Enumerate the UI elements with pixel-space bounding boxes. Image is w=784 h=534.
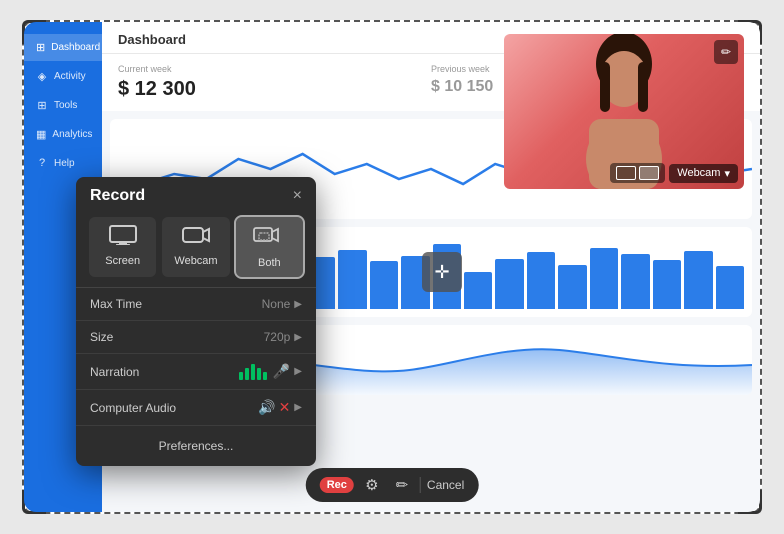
preferences-label: Preferences... <box>159 439 234 453</box>
webcam-edit-button[interactable]: ✏ <box>714 40 738 64</box>
mode-buttons: Screen Webcam <box>76 213 316 287</box>
bar-9 <box>370 261 398 309</box>
sidebar-label-tools: Tools <box>54 100 77 111</box>
computer-audio-label: Computer Audio <box>90 401 258 415</box>
max-time-value: None <box>262 297 291 311</box>
current-week-value: $ 12 300 <box>118 78 431 101</box>
sidebar-item-help[interactable]: ? Help <box>24 150 102 176</box>
record-panel-title: Record <box>90 187 145 205</box>
edit-icon[interactable]: ✏ <box>390 473 414 497</box>
preferences-row[interactable]: Preferences... <box>76 426 316 466</box>
record-close-button[interactable]: × <box>293 188 302 204</box>
bar-18 <box>653 260 681 309</box>
max-time-arrow: ▶ <box>294 299 302 310</box>
size-arrow: ▶ <box>294 332 302 343</box>
bar-20 <box>716 266 744 309</box>
bottom-toolbar: Rec ⚙ ✏ Cancel <box>306 468 479 502</box>
sidebar-item-activity[interactable]: ◈ Activity <box>24 63 102 90</box>
webcam-mode-icon <box>182 225 210 249</box>
record-panel: Record × Screen <box>76 177 316 466</box>
webcam-label[interactable]: Webcam ▾ <box>669 164 738 183</box>
mute-icon: ✕ <box>279 399 291 416</box>
narration-level-bars <box>239 364 267 380</box>
toolbar-divider <box>420 477 421 493</box>
narration-row[interactable]: Narration 🎤 ▶ <box>76 354 316 390</box>
mode-both-button[interactable]: Both <box>236 217 303 277</box>
move-icon-overlay[interactable]: ✛ <box>422 252 462 292</box>
dashboard-title: Dashboard <box>118 32 186 47</box>
both-icon <box>253 225 285 251</box>
max-time-row[interactable]: Max Time None ▶ <box>76 288 316 321</box>
cancel-button[interactable]: Cancel <box>427 478 464 492</box>
help-icon: ? <box>36 157 48 169</box>
webcam-preview: ✏ Webcam ▾ <box>504 34 744 189</box>
bar-19 <box>684 251 712 309</box>
screen-icon <box>109 225 137 249</box>
tools-icon: ⊞ <box>36 99 48 112</box>
sidebar-item-dashboard[interactable]: ⊞ Dashboard <box>24 34 102 61</box>
bar-12 <box>464 272 492 309</box>
size-value: 720p <box>264 330 291 344</box>
narration-bar-1 <box>239 372 243 380</box>
narration-bar-2 <box>245 368 249 380</box>
sidebar-label-help: Help <box>54 158 75 169</box>
settings-rows: Max Time None ▶ Size 720p ▶ Narration <box>76 287 316 426</box>
record-panel-header: Record × <box>76 177 316 213</box>
stat-current-week: Current week $ 12 300 <box>118 64 431 101</box>
computer-audio-row[interactable]: Computer Audio 🔊 ✕ ▶ <box>76 390 316 426</box>
bar-14 <box>527 252 555 309</box>
mode-screen-button[interactable]: Screen <box>89 217 156 277</box>
narration-bar-4 <box>257 368 261 380</box>
sidebar-label-dashboard: Dashboard <box>51 42 100 53</box>
analytics-icon: ▦ <box>36 128 46 141</box>
webcam-label-text: Webcam <box>677 167 720 179</box>
sidebar-item-tools[interactable]: ⊞ Tools <box>24 92 102 119</box>
narration-mic-icon: 🎤 <box>273 363 290 380</box>
computer-audio-icons: 🔊 ✕ <box>258 399 290 416</box>
webcam-mode-label: Webcam <box>174 255 217 267</box>
bar-15 <box>558 265 586 309</box>
both-label: Both <box>258 257 281 269</box>
dashboard-icon: ⊞ <box>36 41 45 54</box>
size-label: Size <box>90 330 264 344</box>
webcam-mini-frames <box>610 163 665 183</box>
narration-label: Narration <box>90 365 239 379</box>
size-row[interactable]: Size 720p ▶ <box>76 321 316 354</box>
activity-icon: ◈ <box>36 70 48 83</box>
webcam-dropdown-arrow: ▾ <box>724 167 730 180</box>
current-week-label: Current week <box>118 64 431 74</box>
sidebar-label-analytics: Analytics <box>52 129 92 140</box>
max-time-label: Max Time <box>90 297 262 311</box>
screen-label: Screen <box>105 255 140 267</box>
sidebar-label-activity: Activity <box>54 71 86 82</box>
mode-webcam-button[interactable]: Webcam <box>162 217 229 277</box>
webcam-toolbar: Webcam ▾ <box>510 163 738 183</box>
bar-13 <box>495 259 523 309</box>
outer-frame: ⊞ Dashboard ◈ Activity ⊞ Tools ▦ Analyti… <box>22 20 762 514</box>
narration-bar-3 <box>251 364 255 380</box>
bar-8 <box>338 250 366 309</box>
narration-bar-5 <box>263 372 267 380</box>
rec-badge[interactable]: Rec <box>320 477 354 493</box>
narration-arrow: ▶ <box>294 366 302 377</box>
mini-frame-1 <box>616 166 636 180</box>
bar-16 <box>590 248 618 309</box>
settings-icon[interactable]: ⚙ <box>360 473 384 497</box>
computer-audio-arrow: ▶ <box>294 402 302 413</box>
speaker-icon: 🔊 <box>258 399 275 416</box>
bar-17 <box>621 254 649 309</box>
sidebar-item-analytics[interactable]: ▦ Analytics <box>24 121 102 148</box>
mini-frame-2 <box>639 166 659 180</box>
